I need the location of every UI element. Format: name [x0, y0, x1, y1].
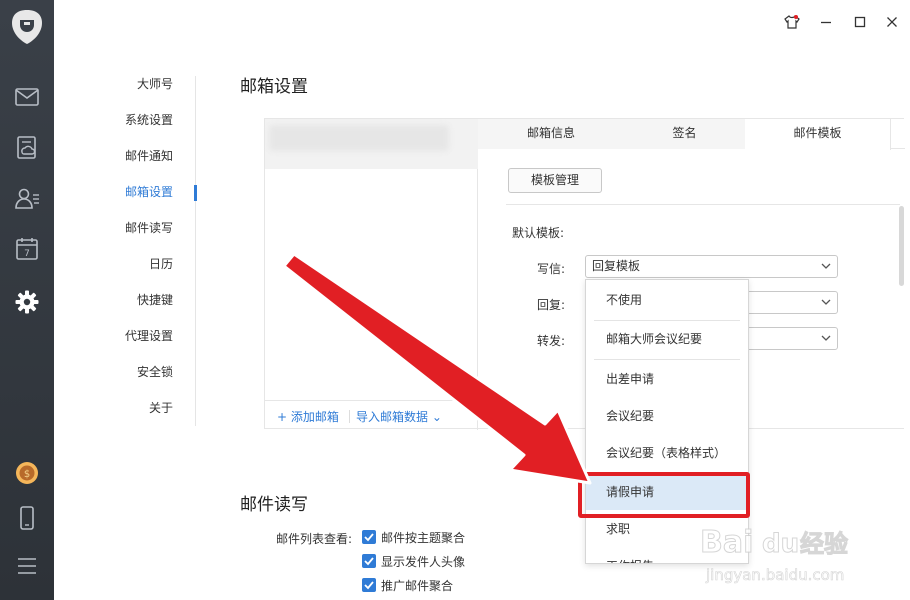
dropdown-option-meeting-minutes[interactable]: 会议纪要 — [586, 398, 748, 434]
template-manage-button[interactable]: 模板管理 — [508, 168, 602, 193]
coin-icon[interactable]: $ — [14, 460, 40, 486]
dropdown-option-meeting-minutes-table[interactable]: 会议纪要（表格样式） — [586, 435, 748, 471]
checkbox-checked[interactable] — [362, 530, 376, 544]
settings-gear-icon[interactable] — [14, 289, 40, 315]
checkbox-checked[interactable] — [362, 554, 376, 568]
close-icon[interactable] — [884, 14, 900, 30]
menu-item-proxy-settings[interactable]: 代理设置 — [54, 318, 196, 354]
svg-text:du: du — [762, 529, 799, 559]
settings-menu: 大师号 系统设置 邮件通知 邮箱设置 邮件读写 日历 快捷键 代理设置 安全锁 … — [54, 66, 196, 426]
app-logo-icon[interactable] — [11, 9, 43, 45]
menu-item-master-account[interactable]: 大师号 — [54, 66, 196, 102]
window-controls — [770, 0, 910, 44]
check-icon — [364, 533, 374, 542]
add-mailbox-link[interactable]: + 添加邮箱 — [277, 408, 339, 425]
menu-item-about[interactable]: 关于 — [54, 390, 196, 426]
skin-shirt-icon[interactable] — [784, 14, 800, 30]
menu-item-system-settings[interactable]: 系统设置 — [54, 102, 196, 138]
menu-item-mailbox-settings[interactable]: 邮箱设置 — [54, 174, 196, 210]
chevron-down-icon — [821, 299, 831, 305]
svg-text:jingyan.baidu.com: jingyan.baidu.com — [705, 566, 844, 584]
chevron-down-icon — [821, 263, 831, 269]
menu-item-mail-read-write[interactable]: 邮件读写 — [54, 210, 196, 246]
settings-tabs: 邮箱信息 签名 邮件模板 — [478, 119, 905, 150]
minimize-icon[interactable] — [818, 14, 834, 30]
svg-text:7: 7 — [24, 249, 30, 259]
dropdown-option-meeting-minutes-master[interactable]: 邮箱大师会议纪要 — [586, 321, 748, 357]
svg-text:$: $ — [24, 469, 30, 480]
cloud-file-icon[interactable] — [14, 135, 40, 161]
active-menu-indicator — [194, 185, 197, 201]
checkbox-checked[interactable] — [362, 578, 376, 592]
chevron-down-icon — [821, 335, 831, 341]
option-label: 邮件按主题聚合 — [381, 531, 466, 545]
dropdown-separator — [594, 359, 740, 360]
scrollbar[interactable] — [899, 206, 904, 286]
option-label: 显示发件人头像 — [381, 555, 466, 569]
menu-item-calendar[interactable]: 日历 — [54, 246, 196, 282]
section-divider — [506, 204, 900, 205]
option-label: 推广邮件聚合 — [381, 579, 454, 593]
check-icon — [364, 557, 374, 566]
dropdown-option-business-trip[interactable]: 出差申请 — [586, 361, 748, 397]
default-template-label: 默认模板: — [512, 226, 565, 240]
contacts-icon[interactable] — [14, 185, 40, 211]
mailbox-settings-title: 邮箱设置 — [240, 77, 308, 97]
annotation-highlight-box — [578, 472, 750, 518]
write-template-select[interactable]: 回复模板 — [585, 255, 838, 278]
dropdown-option-none[interactable]: 不使用 — [586, 282, 748, 318]
mail-icon[interactable] — [14, 84, 40, 110]
menu-item-security-lock[interactable]: 安全锁 — [54, 354, 196, 390]
check-icon — [364, 581, 374, 590]
forward-label: 转发: — [537, 334, 566, 348]
tab-mail-template[interactable]: 邮件模板 — [745, 119, 891, 150]
tab-mailbox-info[interactable]: 邮箱信息 — [478, 119, 625, 149]
svg-text:经验: 经验 — [800, 530, 848, 558]
menu-item-shortcuts[interactable]: 快捷键 — [54, 282, 196, 318]
footer-separator — [349, 410, 350, 423]
reply-label: 回复: — [537, 298, 566, 312]
baidu-jingyan-watermark: Bai du 经验 jingyan.baidu.com — [700, 525, 849, 585]
account-list-footer: + 添加邮箱 导入邮箱数据 ⌄ — [265, 400, 478, 430]
list-view-label: 邮件列表查看: — [276, 532, 353, 546]
hamburger-menu-icon[interactable] — [14, 553, 40, 579]
write-template-value: 回复模板 — [592, 259, 641, 273]
app-rail: 7 $ — [0, 0, 54, 600]
account-item-selected[interactable] — [265, 119, 478, 169]
maximize-icon[interactable] — [852, 14, 868, 30]
blurred-account — [269, 125, 449, 151]
menu-item-mail-notification[interactable]: 邮件通知 — [54, 138, 196, 174]
account-list: + 添加邮箱 导入邮箱数据 ⌄ — [265, 119, 478, 430]
mail-read-write-title: 邮件读写 — [240, 495, 308, 515]
svg-text:Bai: Bai — [700, 525, 753, 560]
write-label: 写信: — [537, 262, 566, 276]
menu-divider — [195, 76, 196, 426]
tab-signature[interactable]: 签名 — [624, 119, 746, 149]
import-mailbox-data-link[interactable]: 导入邮箱数据 ⌄ — [356, 408, 442, 425]
calendar-icon[interactable]: 7 — [14, 236, 40, 262]
mobile-phone-icon[interactable] — [14, 505, 40, 531]
